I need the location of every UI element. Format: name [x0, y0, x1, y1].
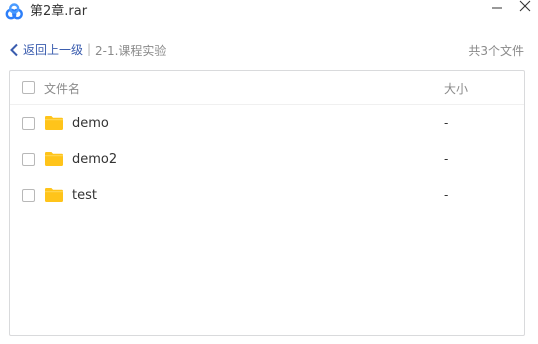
folder-icon: [45, 152, 63, 166]
chevron-left-icon: [10, 43, 18, 57]
navigation-bar: 返回上一级 | 2-1.课程实验 共3个文件: [0, 30, 538, 70]
breadcrumb-current-folder: 2-1.课程实验: [95, 44, 167, 58]
file-name: demo: [72, 116, 109, 131]
close-button[interactable]: [514, 0, 536, 22]
folder-icon: [45, 188, 63, 202]
file-size: -: [444, 152, 449, 166]
back-button[interactable]: 返回上一级: [9, 41, 83, 59]
column-header-name[interactable]: 文件名: [44, 80, 80, 97]
row-checkbox[interactable]: [22, 189, 35, 202]
title-bar: 第2章.rar: [0, 0, 538, 30]
file-name: demo2: [72, 152, 118, 167]
breadcrumb-separator: |: [87, 42, 92, 56]
window-title: 第2章.rar: [30, 4, 88, 19]
file-size: -: [444, 188, 449, 202]
back-label: 返回上一级: [23, 43, 84, 57]
file-list-header: 文件名 大小: [10, 71, 524, 105]
close-icon: [519, 0, 531, 12]
file-count-label: 共3个文件: [468, 44, 524, 58]
minimize-button[interactable]: [486, 0, 508, 22]
table-row[interactable]: demo2 -: [10, 142, 524, 178]
file-list-panel: 文件名 大小 demo - demo2 - test -: [9, 70, 525, 336]
row-checkbox[interactable]: [22, 153, 35, 166]
select-all-checkbox[interactable]: [22, 81, 35, 94]
folder-icon: [45, 116, 63, 130]
baidu-netdisk-cloud-icon: [5, 3, 23, 20]
file-name: test: [72, 188, 97, 203]
minimize-icon: [492, 7, 502, 9]
row-checkbox[interactable]: [22, 117, 35, 130]
table-row[interactable]: demo -: [10, 106, 524, 142]
column-header-size[interactable]: 大小: [444, 80, 468, 97]
table-row[interactable]: test -: [10, 178, 524, 214]
file-size: -: [444, 116, 449, 130]
